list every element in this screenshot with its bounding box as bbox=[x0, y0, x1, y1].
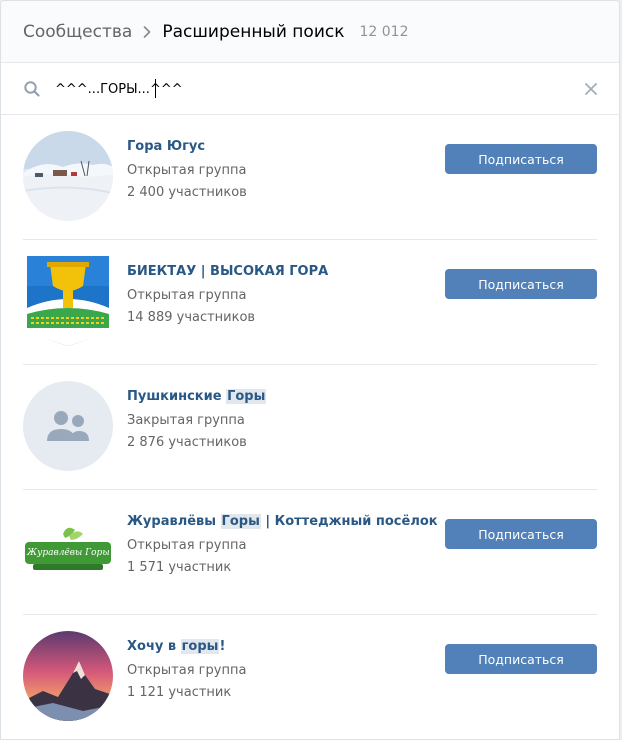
logo-text: Журавлёвы Горы bbox=[27, 548, 110, 558]
name-part: Хочу в bbox=[127, 639, 181, 654]
list-item: Пушкинские Горы Закрытая группа 2 876 уч… bbox=[1, 365, 619, 490]
results-count: 12 012 bbox=[359, 23, 409, 40]
page-header: Сообщества Расширенный поиск 12 012 bbox=[1, 1, 619, 63]
subscribe-button[interactable]: Подписаться bbox=[445, 519, 597, 549]
name-highlight: Горы bbox=[226, 389, 267, 404]
group-name[interactable]: Гора Югус bbox=[127, 139, 205, 154]
list-item: Гора Югус Открытая группа 2 400 участник… bbox=[1, 115, 619, 240]
group-type: Открытая группа bbox=[127, 663, 247, 678]
name-part: Журавлёвы bbox=[127, 514, 221, 529]
group-avatar-mountain-icon[interactable] bbox=[23, 631, 113, 721]
group-type: Открытая группа bbox=[127, 288, 247, 303]
group-avatar-coat-of-arms-icon[interactable] bbox=[23, 256, 113, 346]
members-count: 1 571 участник bbox=[127, 560, 232, 575]
group-name[interactable]: Журавлёвы Горы | Коттеджный посёлок bbox=[127, 514, 438, 529]
group-type: Закрытая группа bbox=[127, 413, 245, 428]
text-cursor bbox=[155, 79, 156, 98]
list-item: Журавлёвы Горы Журавлёвы Горы | Коттеджн… bbox=[1, 490, 619, 615]
group-name[interactable]: Хочу в горы! bbox=[127, 639, 225, 654]
search-bar bbox=[1, 63, 619, 115]
name-part: Гора Югус bbox=[127, 139, 206, 154]
name-part: БИЕКТАУ | ВЫСОКАЯ ГОРА bbox=[127, 264, 329, 279]
members-count: 2 876 участников bbox=[127, 435, 247, 450]
name-part: ! bbox=[219, 639, 226, 654]
breadcrumb-communities[interactable]: Сообщества bbox=[23, 22, 132, 42]
members-count: 14 889 участников bbox=[127, 310, 256, 325]
group-avatar-logo-icon[interactable]: Журавлёвы Горы bbox=[23, 506, 113, 596]
subscribe-button[interactable]: Подписаться bbox=[445, 269, 597, 299]
search-icon bbox=[23, 80, 41, 98]
group-name[interactable]: БИЕКТАУ | ВЫСОКАЯ ГОРА bbox=[127, 264, 328, 279]
group-avatar-snow-icon[interactable] bbox=[23, 131, 113, 221]
group-avatar-default-icon[interactable] bbox=[23, 381, 113, 471]
communities-panel: Сообщества Расширенный поиск 12 012 ^^^.… bbox=[0, 0, 620, 740]
list-item: Хочу в горы! Открытая группа 1 121 участ… bbox=[1, 615, 619, 739]
subscribe-button[interactable]: Подписаться bbox=[445, 644, 597, 674]
name-highlight: Горы bbox=[220, 514, 261, 529]
name-highlight: горы bbox=[180, 639, 220, 654]
group-type: Открытая группа bbox=[127, 163, 247, 178]
chevron-right-icon bbox=[132, 1, 162, 63]
group-name[interactable]: Пушкинские Горы bbox=[127, 389, 267, 404]
group-type: Открытая группа bbox=[127, 538, 247, 553]
members-count: 2 400 участников bbox=[127, 185, 247, 200]
name-part: Пушкинские bbox=[127, 389, 227, 404]
list-item: БИЕКТАУ | ВЫСОКАЯ ГОРА Открытая группа 1… bbox=[1, 240, 619, 365]
members-count: 1 121 участник bbox=[127, 685, 232, 700]
name-part: | Коттеджный посёлок bbox=[260, 514, 438, 529]
search-input[interactable] bbox=[55, 77, 555, 101]
subscribe-button[interactable]: Подписаться bbox=[445, 144, 597, 174]
group-list: Гора Югус Открытая группа 2 400 участник… bbox=[1, 115, 619, 739]
page-title: Расширенный поиск bbox=[162, 21, 345, 42]
close-icon[interactable] bbox=[581, 79, 601, 99]
